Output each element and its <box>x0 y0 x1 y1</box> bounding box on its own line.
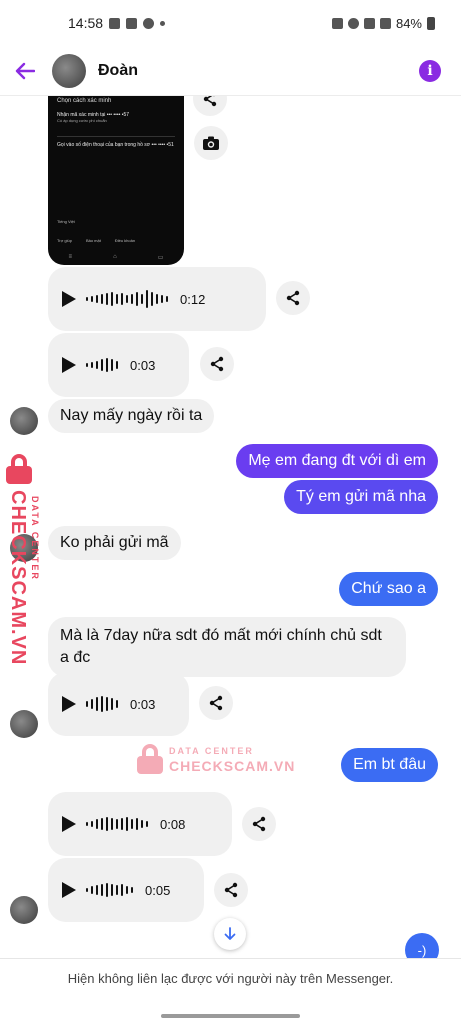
alarm-icon <box>331 17 343 29</box>
share-button[interactable] <box>276 281 310 315</box>
share-icon <box>203 96 217 107</box>
lock-icon <box>137 744 163 774</box>
unavailable-notice: Hiện không liên lạc được với người này t… <box>0 958 461 998</box>
play-icon[interactable] <box>62 291 76 307</box>
outgoing-message[interactable]: Chứ sao a <box>339 572 438 606</box>
watermark-brand: CHECKSCAM.VN <box>169 758 296 774</box>
shot-title: Chọn cách xác minh <box>57 98 112 104</box>
incoming-message[interactable]: Ko phải gửi mã <box>48 526 181 560</box>
shot-option-call: Gọi vào số điện thoại của bạn trong hồ s… <box>57 142 174 148</box>
status-bar: 14:58 84% <box>0 0 461 46</box>
camera-button[interactable] <box>194 126 228 160</box>
battery-icon <box>427 16 435 30</box>
watermark-label: DATA CENTER <box>169 746 254 756</box>
wifi-icon <box>363 17 375 29</box>
outgoing-message[interactable]: Em bt đâu <box>341 748 438 782</box>
message-list[interactable]: Chọn cách xác minh Nhận mã xác minh tại … <box>0 96 461 958</box>
contact-name[interactable]: Đoàn <box>98 62 138 80</box>
info-button[interactable]: i <box>419 59 441 82</box>
scroll-to-bottom-button[interactable] <box>214 918 246 950</box>
shot-footer-links: Trợ giúp Bảo mật Điều khoản <box>57 238 136 243</box>
play-icon[interactable] <box>62 696 76 712</box>
share-button[interactable] <box>200 347 234 381</box>
image-message[interactable]: Chọn cách xác minh Nhận mã xác minh tại … <box>48 96 184 265</box>
outgoing-message[interactable]: Mẹ em đang đt với dì em <box>236 444 438 478</box>
shot-divider <box>57 136 175 137</box>
audio-duration: 0:03 <box>130 357 156 373</box>
audio-message[interactable]: 0:05 <box>48 858 204 922</box>
more-notifications-icon <box>160 20 166 26</box>
arrow-down-icon <box>224 927 236 940</box>
share-button[interactable] <box>242 807 276 841</box>
audio-message[interactable]: 0:03 <box>48 672 189 736</box>
camera-icon <box>203 136 219 150</box>
home-indicator[interactable] <box>161 1014 300 1018</box>
waveform <box>86 876 133 904</box>
audio-message[interactable]: 0:08 <box>48 792 232 856</box>
outgoing-message[interactable]: Tý em gửi mã nha <box>284 480 438 514</box>
watermark-label: DATA CENTER <box>30 496 40 581</box>
share-button[interactable] <box>199 686 233 720</box>
clock-icon <box>347 17 359 29</box>
waveform <box>86 351 118 379</box>
signal-icon <box>379 17 391 29</box>
back-button[interactable] <box>0 46 50 96</box>
messenger-notification-icon <box>143 17 155 29</box>
audio-message[interactable]: 0:03 <box>48 333 189 397</box>
audio-duration: 0:03 <box>130 696 156 712</box>
audio-duration: 0:12 <box>180 291 206 307</box>
play-icon[interactable] <box>62 357 76 373</box>
chat-header: Đoàn i <box>0 46 461 96</box>
audio-message[interactable]: 0:12 <box>48 267 266 331</box>
shot-language: Tiếng Việt <box>57 219 75 224</box>
lock-icon <box>6 454 32 484</box>
shot-nav-bar: ≡ ⌂ ▭ <box>68 254 164 261</box>
waveform <box>86 690 118 718</box>
watermark-brand: CHECKSCAM.VN <box>7 490 29 666</box>
audio-duration: 0:05 <box>145 882 171 898</box>
watermark-horizontal: DATA CENTER CHECKSCAM.VN <box>137 742 297 778</box>
gallery-notification-icon <box>109 17 121 29</box>
share-icon <box>209 695 223 711</box>
share-button[interactable] <box>193 96 227 116</box>
incoming-message[interactable]: Mà là 7day nữa sdt đó mất mới chính chủ … <box>48 617 406 677</box>
play-icon[interactable] <box>62 882 76 898</box>
sender-avatar[interactable] <box>10 710 38 738</box>
share-icon <box>286 290 300 306</box>
status-time: 14:58 <box>68 15 104 31</box>
share-icon <box>252 816 266 832</box>
play-icon[interactable] <box>62 816 76 832</box>
audio-duration: 0:08 <box>160 816 186 832</box>
contact-avatar[interactable] <box>52 53 86 88</box>
waveform <box>86 810 148 838</box>
share-button[interactable] <box>214 873 248 907</box>
share-icon <box>224 882 238 898</box>
battery-percent: 84% <box>395 15 422 31</box>
waveform <box>86 285 168 313</box>
share-icon <box>210 356 224 372</box>
info-icon: i <box>427 62 433 79</box>
shot-option-sms: Nhận mã xác minh tại ••• •••• •57 Có áp … <box>57 112 130 123</box>
sender-avatar[interactable] <box>10 407 38 435</box>
arrow-left-icon <box>15 62 35 79</box>
incoming-message[interactable]: Nay mấy ngày rồi ta <box>48 399 215 433</box>
sender-avatar[interactable] <box>10 896 38 924</box>
watermark-vertical: CHECKSCAM.VN DATA CENTER <box>4 454 48 665</box>
zalo-notification-icon <box>126 17 138 29</box>
